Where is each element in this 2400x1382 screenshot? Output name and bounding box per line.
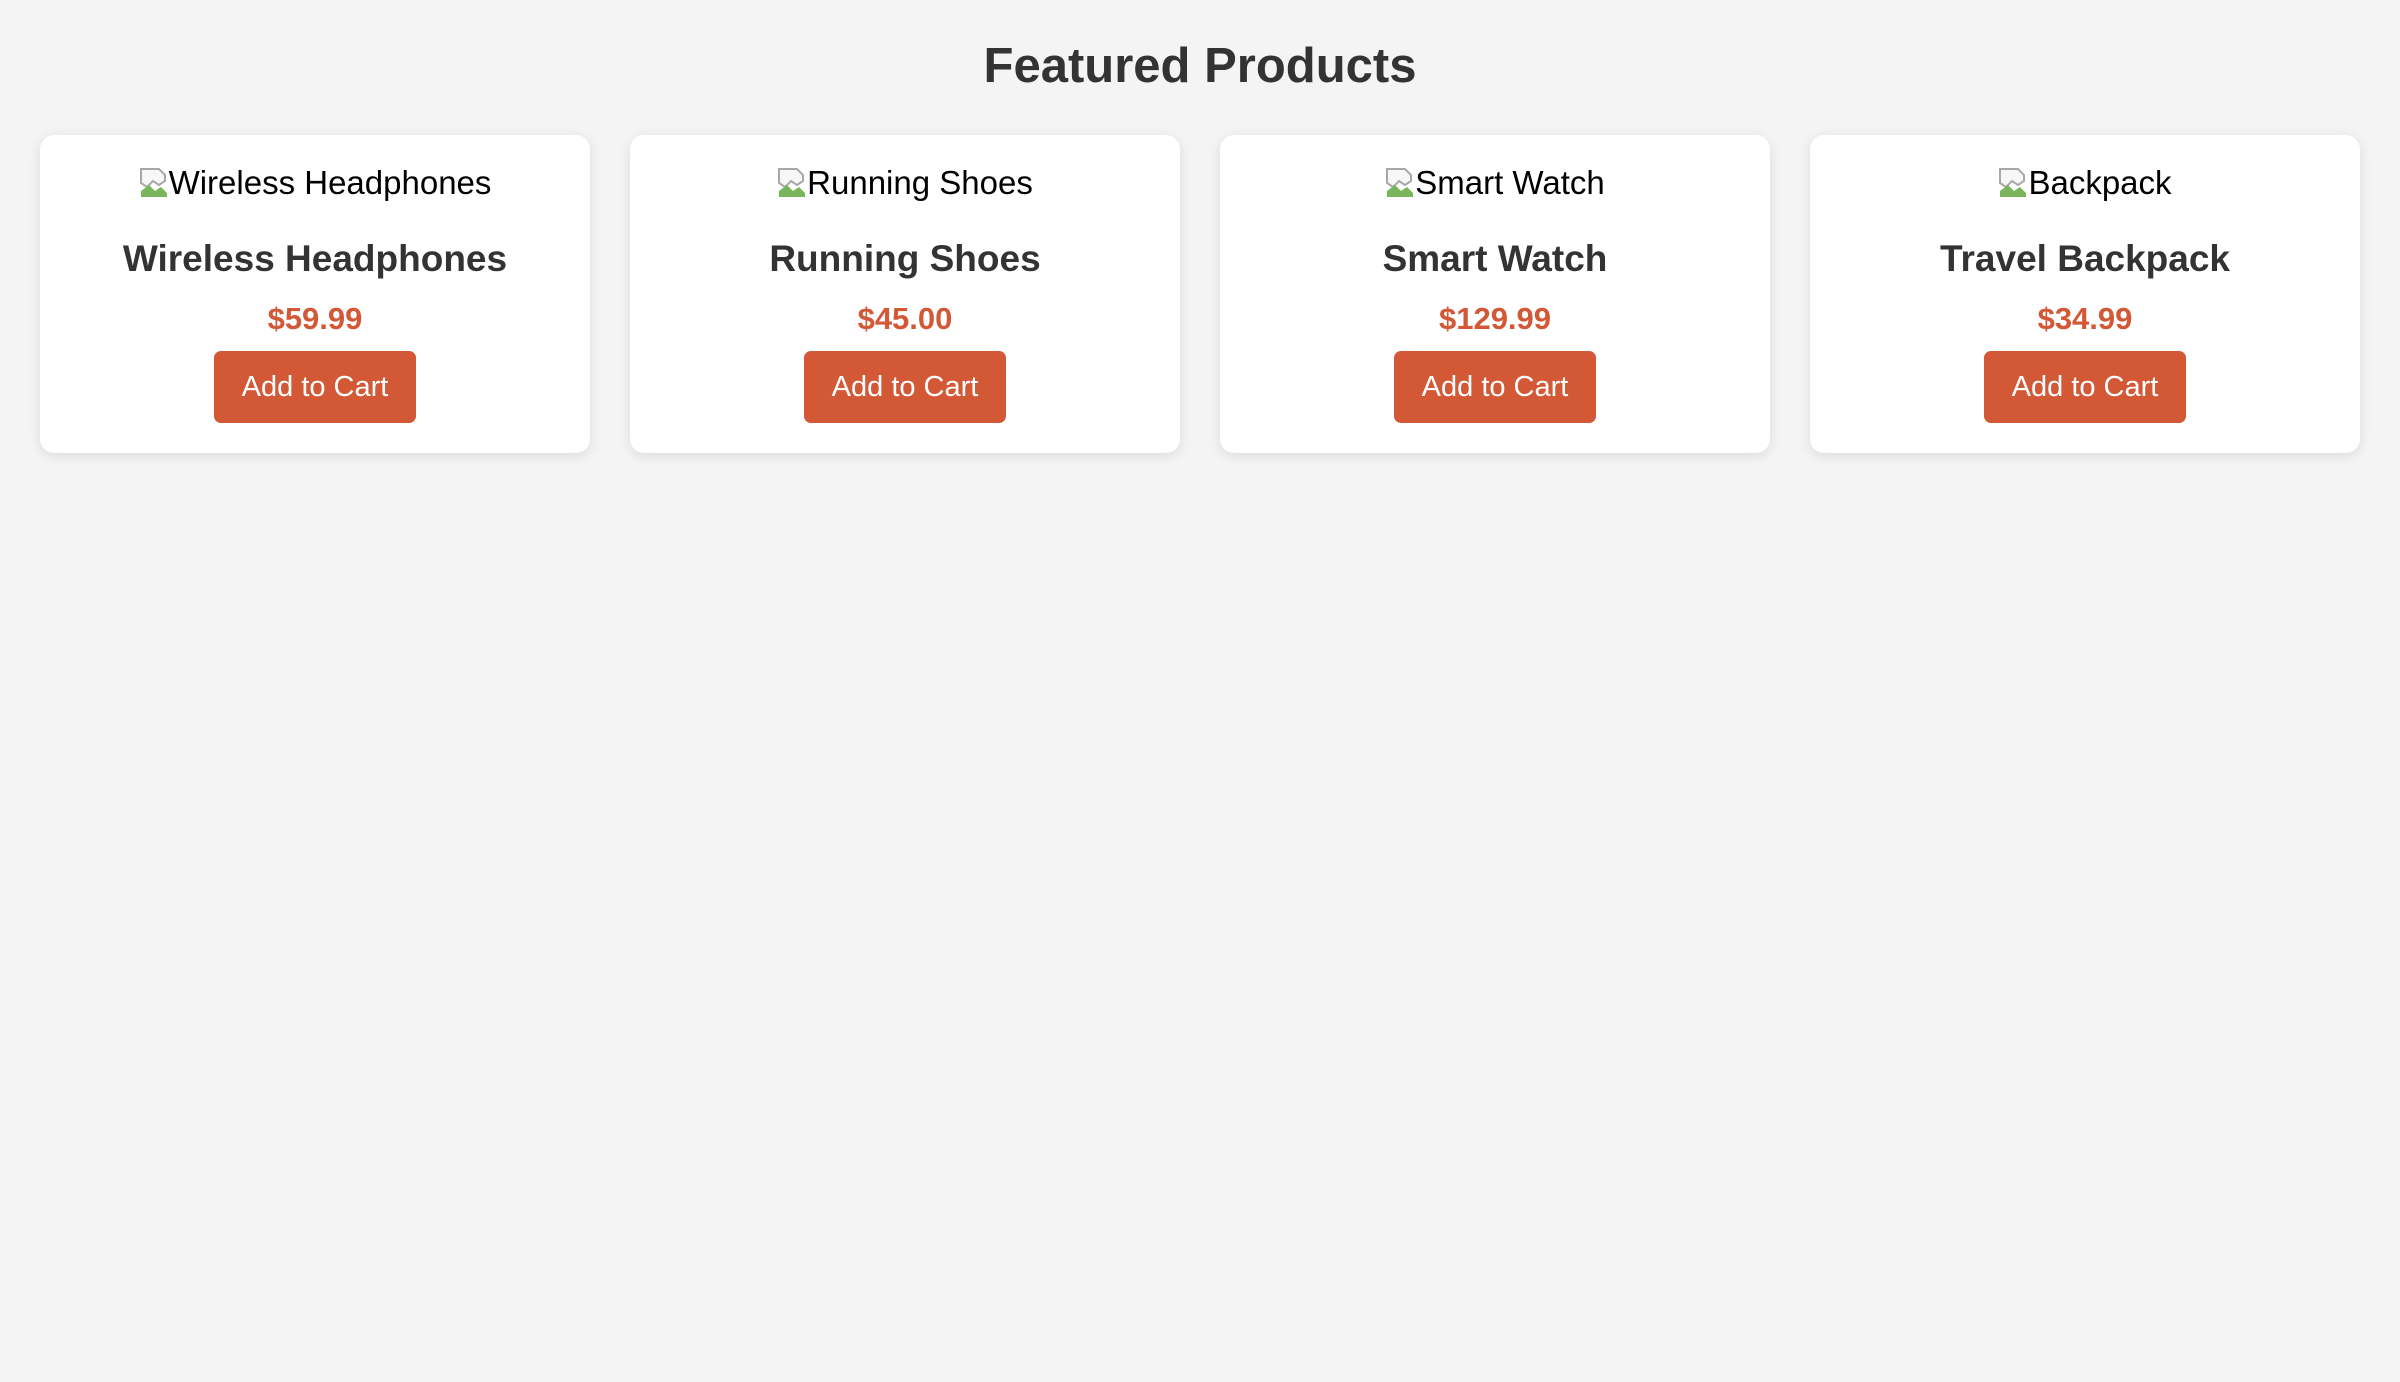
product-image-alt-text: Running Shoes: [807, 164, 1033, 201]
product-name: Wireless Headphones: [122, 238, 508, 279]
product-image-alt-text: Wireless Headphones: [168, 164, 492, 201]
page-title: Featured Products: [983, 39, 1417, 93]
product-image: Smart Watch: [1220, 163, 1770, 203]
add-to-cart-button[interactable]: Add to Cart: [1984, 351, 2186, 423]
product-price: $129.99: [1438, 301, 1552, 336]
product-name: Smart Watch: [1382, 238, 1608, 279]
product-card-travel-backpack: Backpack Travel Backpack $34.99 Add to C…: [1810, 135, 2360, 453]
product-price: $34.99: [2037, 301, 2133, 336]
product-image-alt-text: Backpack: [2028, 164, 2172, 201]
product-price: $59.99: [267, 301, 363, 336]
broken-image-icon: [777, 167, 807, 199]
broken-image-icon: [139, 167, 169, 199]
product-card-wireless-headphones: Wireless Headphones Wireless Headphones …: [40, 135, 590, 453]
add-to-cart-button[interactable]: Add to Cart: [214, 351, 416, 423]
product-grid: Wireless Headphones Wireless Headphones …: [40, 135, 2360, 453]
add-to-cart-button[interactable]: Add to Cart: [1394, 351, 1596, 423]
product-image: Running Shoes: [630, 163, 1180, 203]
add-to-cart-button[interactable]: Add to Cart: [804, 351, 1006, 423]
product-card-smart-watch: Smart Watch Smart Watch $129.99 Add to C…: [1220, 135, 1770, 453]
broken-image-icon: [1385, 167, 1415, 199]
product-price: $45.00: [857, 301, 953, 336]
product-image-alt-text: Smart Watch: [1415, 164, 1605, 201]
product-name: Travel Backpack: [1939, 238, 2231, 279]
broken-image-icon: [1998, 167, 2028, 199]
product-image: Backpack: [1810, 163, 2360, 203]
product-name: Running Shoes: [769, 238, 1041, 279]
product-image: Wireless Headphones: [40, 163, 590, 203]
product-card-running-shoes: Running Shoes Running Shoes $45.00 Add t…: [630, 135, 1180, 453]
